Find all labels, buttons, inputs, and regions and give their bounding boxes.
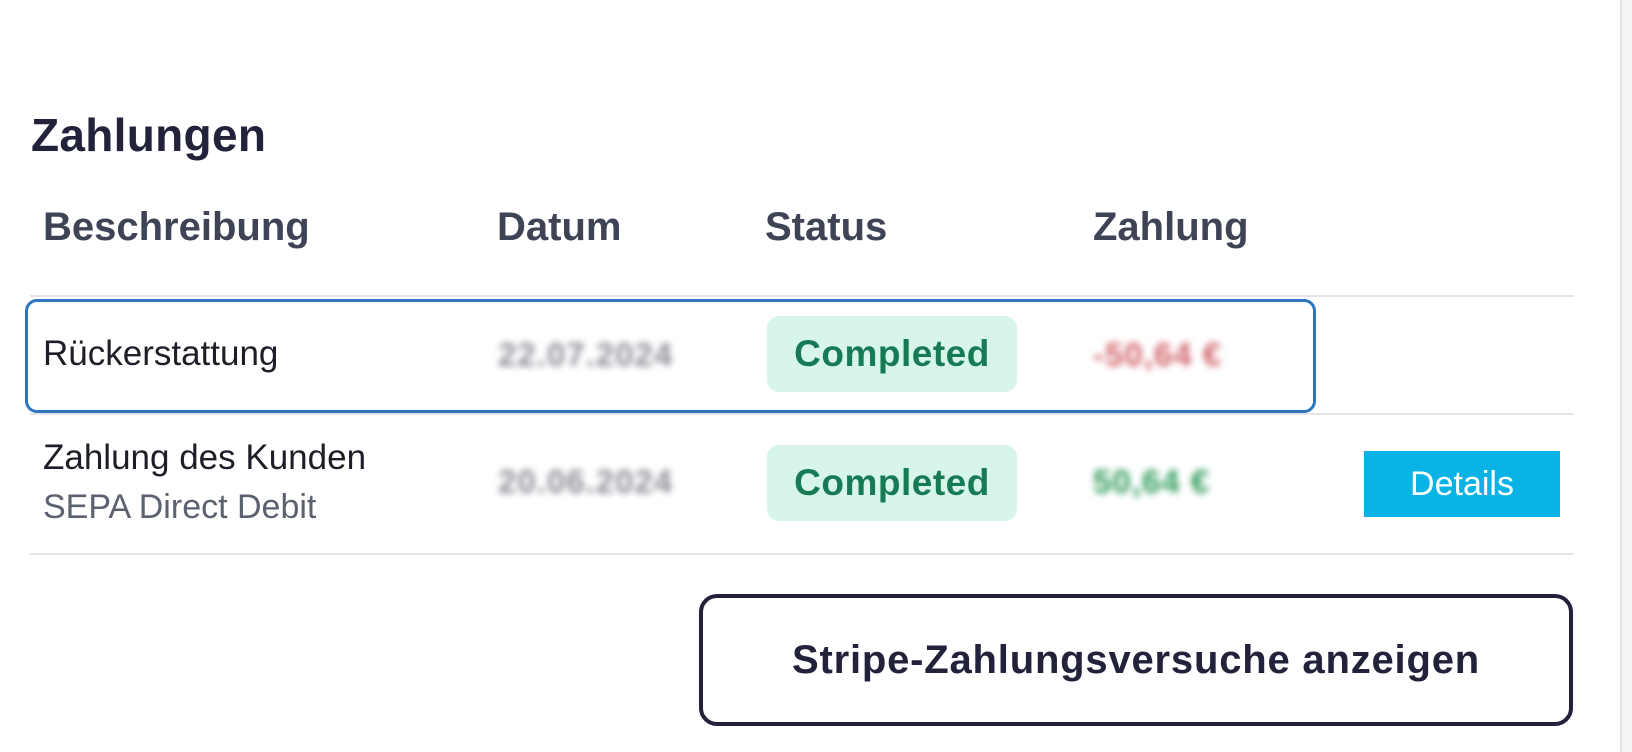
- row-description: Rückerstattung: [43, 334, 279, 373]
- table-divider: [30, 413, 1574, 415]
- table-divider: [30, 553, 1574, 555]
- row-date: 22.07.2024: [498, 336, 674, 373]
- column-header-status: Status: [765, 205, 888, 249]
- row-payment-method: SEPA Direct Debit: [43, 488, 317, 526]
- row-description: Zahlung des Kunden: [43, 438, 367, 477]
- column-header-payment: Zahlung: [1093, 205, 1249, 249]
- row-date: 20.06.2024: [498, 463, 674, 500]
- row-amount: 50,64 €: [1093, 463, 1211, 500]
- row-amount: -50,64 €: [1093, 336, 1223, 373]
- column-header-date: Datum: [497, 205, 622, 249]
- status-badge: Completed: [767, 316, 1017, 392]
- table-divider: [30, 295, 1574, 297]
- show-stripe-payment-attempts-button[interactable]: Stripe-Zahlungsversuche anzeigen: [699, 594, 1573, 726]
- status-badge: Completed: [767, 445, 1017, 521]
- panel-right-edge: [1620, 0, 1632, 752]
- section-title: Zahlungen: [31, 109, 267, 161]
- column-header-description: Beschreibung: [43, 205, 310, 249]
- details-button[interactable]: Details: [1364, 451, 1560, 517]
